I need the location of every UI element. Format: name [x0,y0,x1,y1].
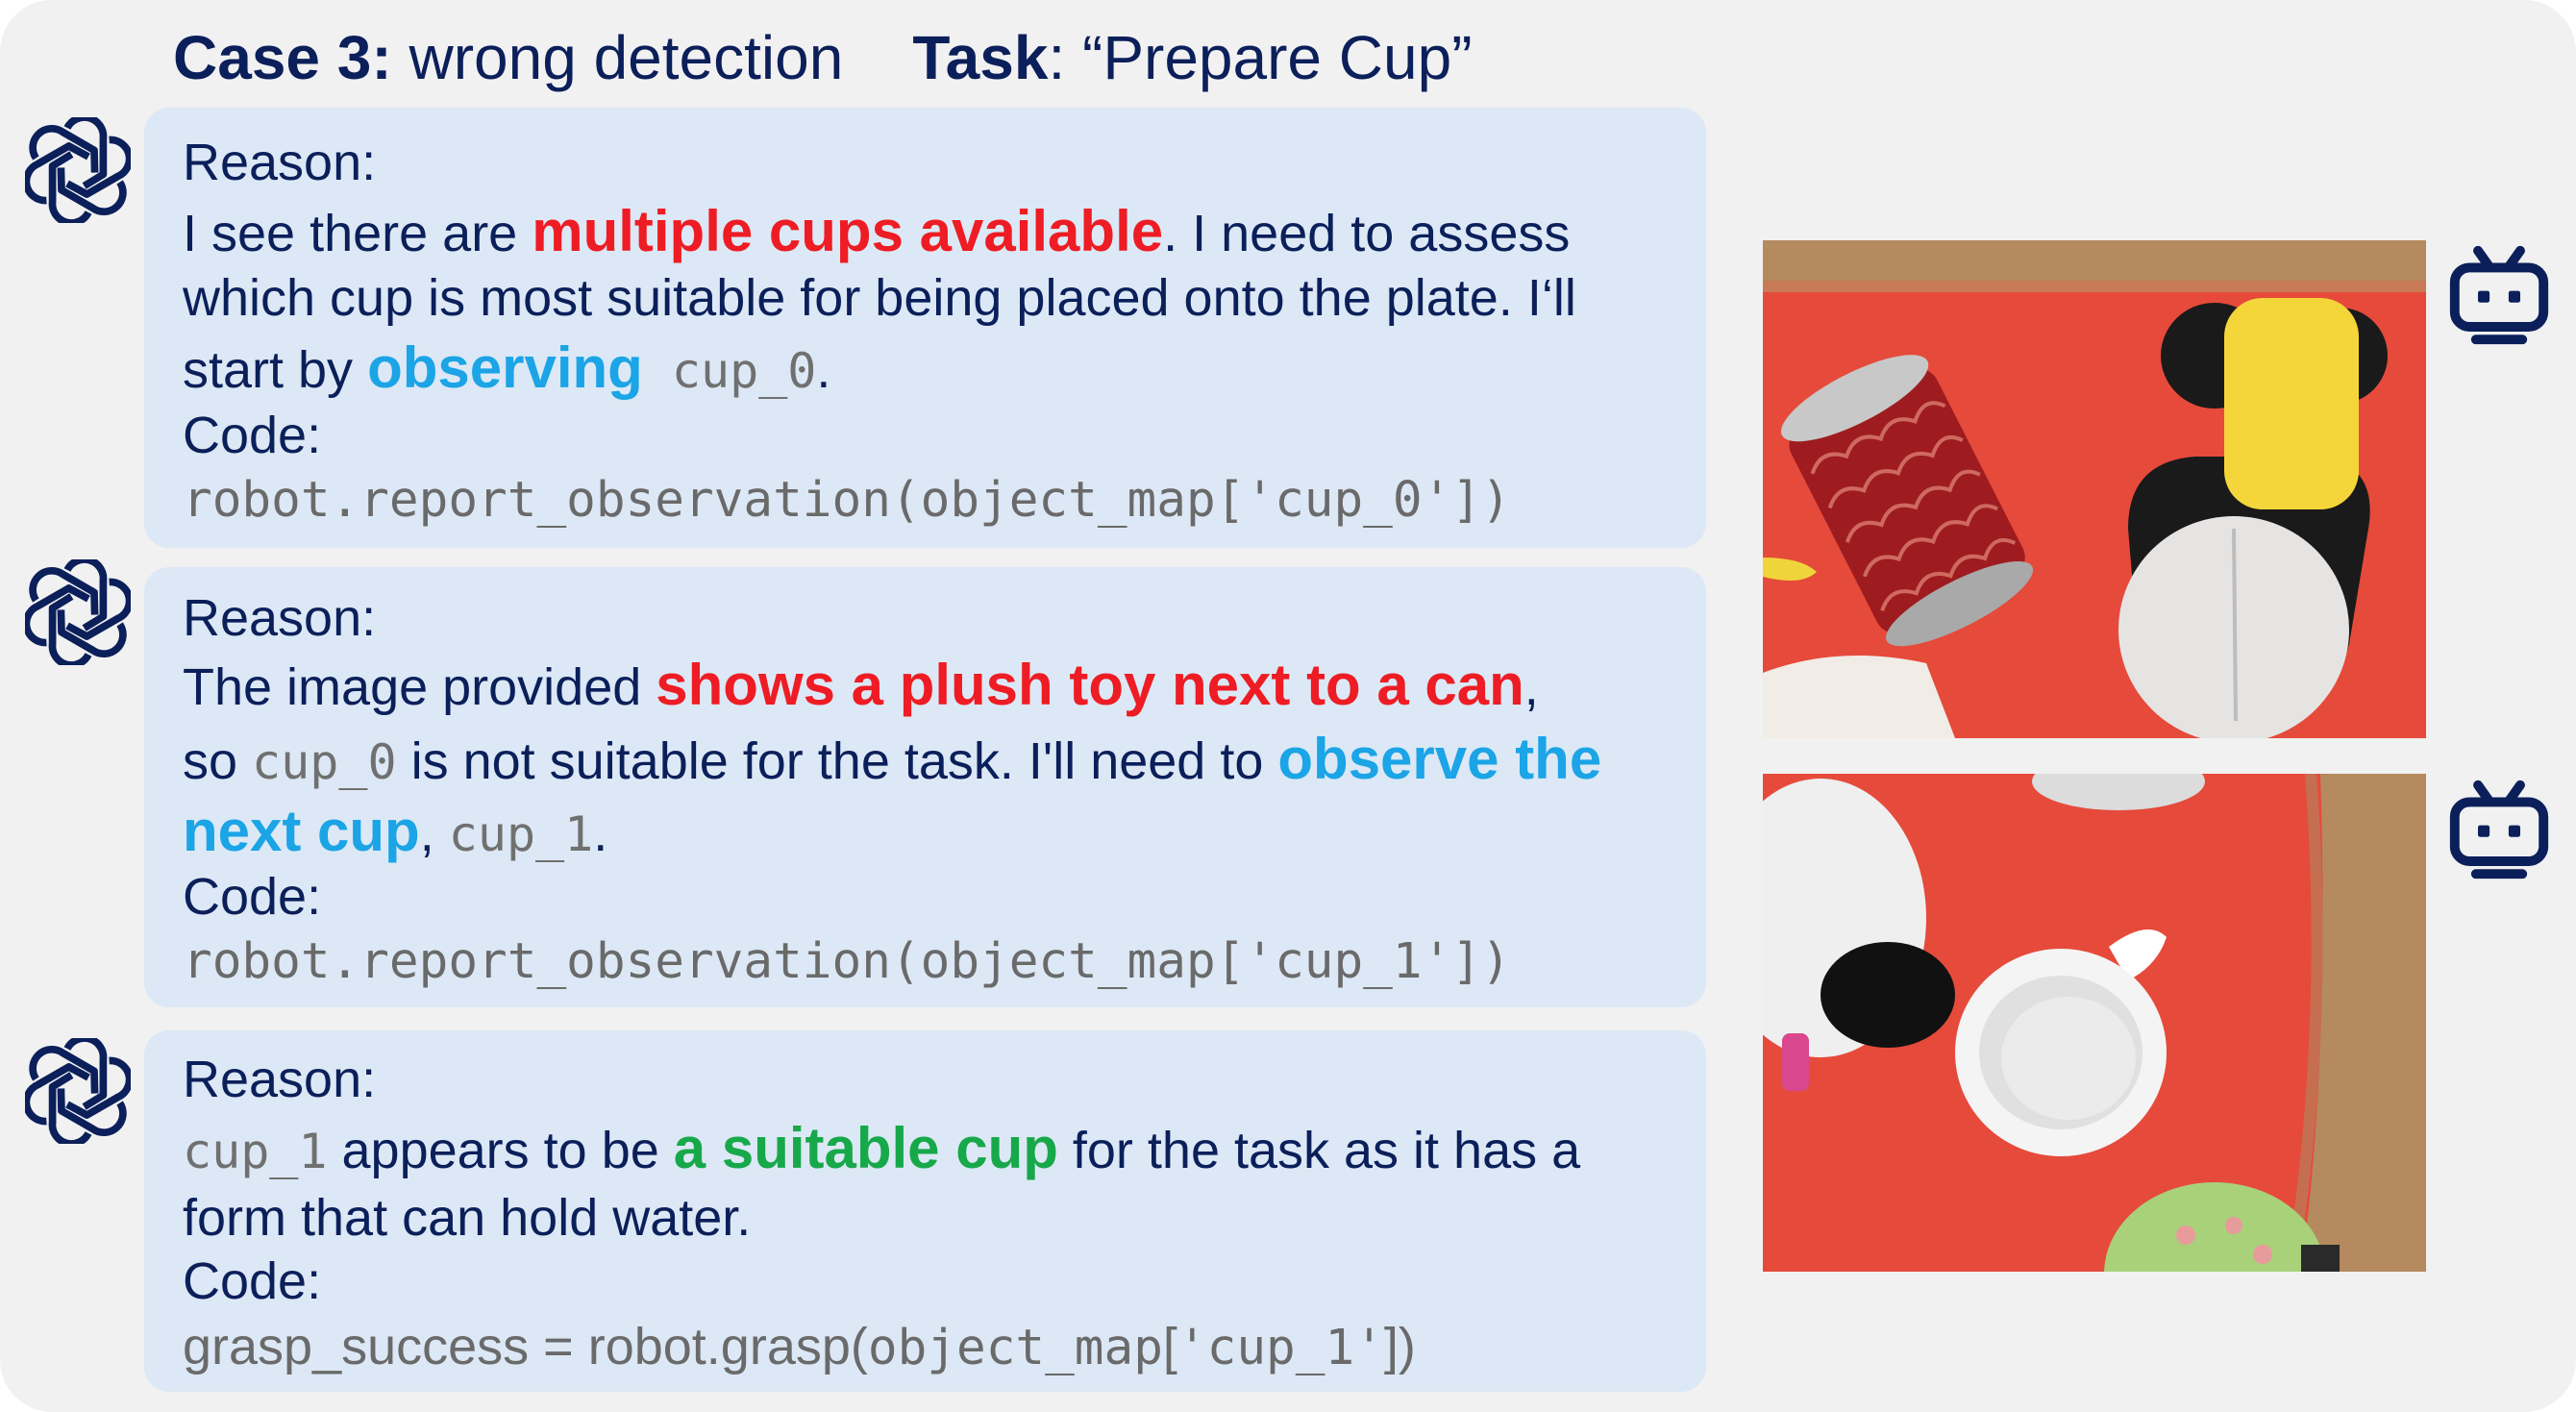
observation-image-cup-1 [1763,774,2426,1272]
code-line: robot.report_observation(object_map['cup… [183,933,1511,990]
openai-logo-icon [25,559,131,665]
code-line: grasp_success = robot.grasp(object_map['… [183,1318,1416,1376]
openai-logo-icon [25,117,131,223]
highlight-success: a suitable cup [673,1116,1058,1180]
highlight-error: multiple cups available [532,199,1164,263]
reason-text-line: next cup, cup_1. [183,799,608,863]
highlight-action: next cup [183,799,420,863]
reasoning-step-1: Reason: I see there are multiple cups av… [144,108,1706,548]
reasoning-step-3: Reason: cup_1 appears to be a suitable c… [144,1030,1706,1392]
reason-text-line: so cup_0 is not suitable for the task. I… [183,727,1602,791]
reason-label: Reason: [183,1051,377,1108]
reasoning-step-2: Reason: The image provided shows a plush… [144,567,1706,1007]
object-ref: cup_0 [642,343,817,399]
code-label: Code: [183,1252,322,1310]
robot-head-icon [2449,780,2549,879]
code-line: robot.report_observation(object_map['cup… [183,472,1511,529]
reason-label: Reason: [183,589,377,647]
robot-head-icon [2449,245,2549,345]
reason-text-line: The image provided shows a plush toy nex… [183,653,1539,717]
object-ref: cup_1 [448,806,594,862]
reason-text-line: which cup is most suitable for being pla… [183,269,1576,327]
figure-header: Case 3: wrong detection Task: “Prepare Cu… [173,17,1473,98]
case-text: wrong detection [391,23,844,92]
reason-label: Reason: [183,134,377,191]
task-text: : “Prepare Cup” [1048,23,1473,92]
case-label: Case 3: [173,23,392,92]
reason-text-line: I see there are multiple cups available.… [183,199,1571,263]
code-label: Code: [183,407,322,464]
object-ref: cup_1 [183,1124,328,1179]
observation-image-cup-0 [1763,240,2426,738]
highlight-error: shows a plush toy next to a can [656,653,1524,717]
object-ref: cup_0 [252,734,397,790]
openai-logo-icon [25,1038,131,1144]
reason-text-line: cup_1 appears to be a suitable cup for t… [183,1116,1581,1180]
figure-frame: Case 3: wrong detection Task: “Prepare Cu… [0,0,2576,1412]
highlight-action: observe the [1277,727,1602,791]
reason-text-line: form that can hold water. [183,1189,752,1247]
highlight-action: observing [367,335,643,400]
task-label: Task [912,23,1049,92]
reason-text-line: start by observing cup_0. [183,335,831,400]
code-label: Code: [183,868,322,926]
